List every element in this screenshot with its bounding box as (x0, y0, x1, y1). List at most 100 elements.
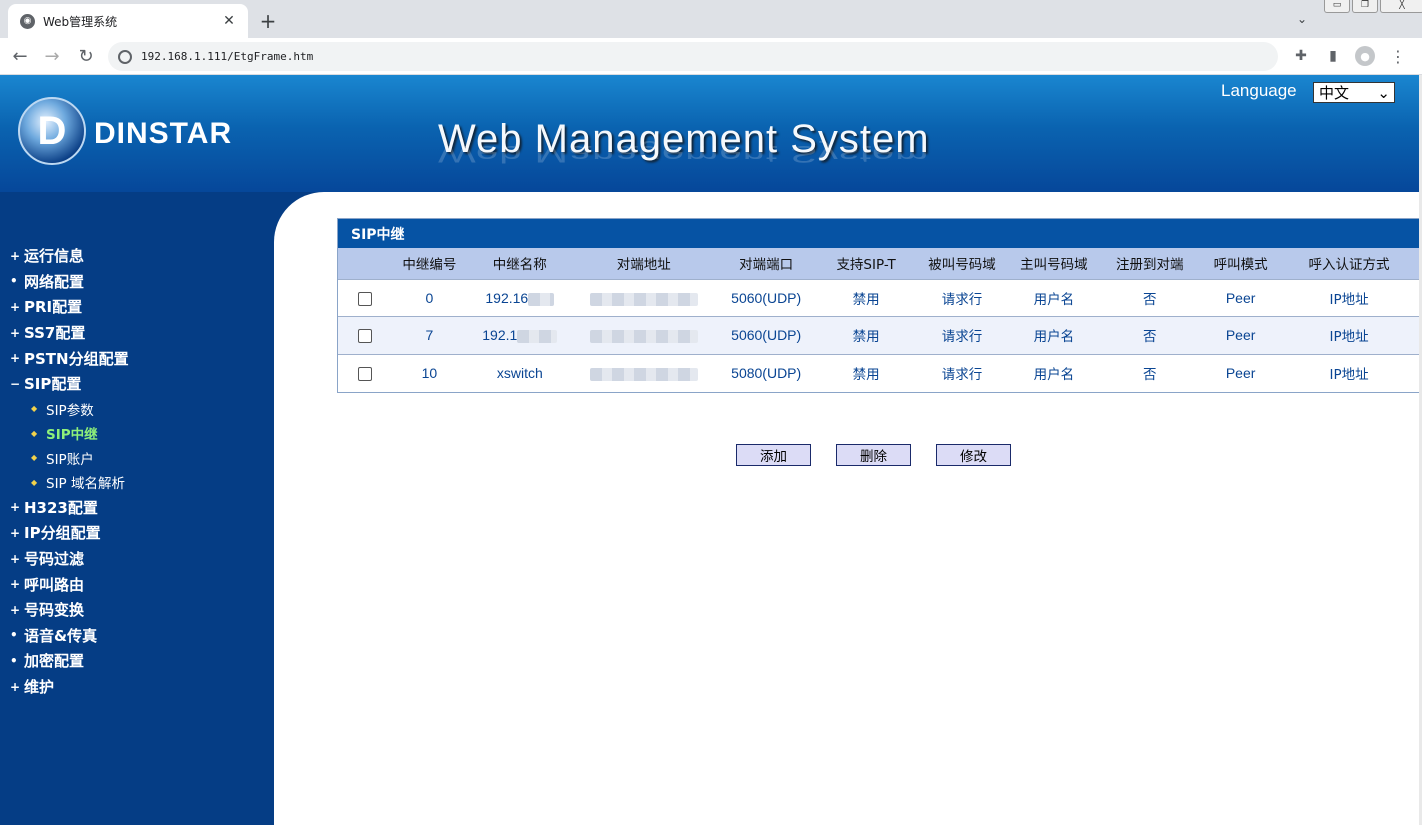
restore-button[interactable]: ❐ (1352, 0, 1378, 13)
trunk-id: 10 (392, 353, 466, 392)
auth-mode: IP地址 (1279, 353, 1419, 392)
expand-icon: + (10, 602, 21, 617)
remote-port: 5080(UDP) (713, 353, 819, 392)
page-title-reflection: Web Management System (438, 140, 930, 167)
expand-icon: + (10, 299, 21, 314)
menu-item-sip[interactable]: − SIP配置 (10, 371, 129, 397)
remote-address-cell (573, 353, 714, 392)
called-field: 请求行 (913, 278, 1011, 317)
column-header-select (338, 248, 393, 279)
menu-item-ip-group[interactable]: + IP分组配置 (10, 520, 129, 546)
globe-icon: ◉ (20, 13, 35, 29)
menu-item-call-routing[interactable]: + 呼叫路由 (10, 571, 129, 597)
sidebar-menu: + 运行信息 • 网络配置 + PRI配置 + SS7配置 + PSTN分组配置 − SIP… (10, 243, 129, 699)
expand-icon: + (10, 577, 21, 592)
expand-icon: + (10, 551, 21, 566)
table-header-row: 中继编号 中继名称 对端地址 对端端口 支持SIP-T 被叫号码域 主叫号码域 … (338, 248, 1419, 279)
auth-mode: IP地址 (1279, 278, 1419, 317)
redacted-block (589, 330, 698, 344)
column-header-register: 注册到对端 (1097, 248, 1203, 279)
menu-item-status[interactable]: + 运行信息 (10, 243, 129, 269)
menu-item-label: 加密配置 (24, 652, 85, 671)
menu-item-label: PSTN分组配置 (24, 349, 129, 368)
trunk-name: 192.1 (482, 327, 518, 344)
table-row: 10 xswitch 5080(UDP) 禁用 请求行 用户名 否 Peer I… (338, 353, 1419, 392)
minimize-button[interactable]: ▭ (1324, 0, 1350, 13)
url-text: 192.168.1.111/EtgFrame.htm (141, 50, 314, 63)
close-icon[interactable]: ✕ (220, 12, 238, 30)
menu-item-pri[interactable]: + PRI配置 (10, 294, 129, 320)
column-header-auth-mode: 呼入认证方式 (1279, 248, 1419, 279)
register: 否 (1097, 278, 1203, 317)
row-checkbox[interactable] (358, 329, 373, 344)
row-checkbox-cell (338, 316, 393, 354)
remote-port: 5060(UDP) (713, 316, 819, 354)
menu-item-label: 号码过滤 (24, 550, 85, 569)
expand-icon: + (10, 248, 21, 263)
language-label: Language (1221, 81, 1297, 100)
menu-item-label: 语音&传真 (24, 626, 98, 645)
sip-trunk-panel: SIP中继 中继编号 中继名称 对端地址 对端端口 支持SIP-T 被叫号码域 … (337, 218, 1419, 393)
redacted-block (589, 367, 698, 381)
menu-item-number-filter[interactable]: + 号码过滤 (10, 546, 129, 572)
remote-port: 5060(UDP) (713, 278, 819, 317)
page-header: D DINSTAR Web Management System Web Mana… (0, 75, 1419, 192)
row-checkbox-cell (338, 353, 393, 392)
dinstar-logo-icon: D (18, 97, 86, 165)
menu-item-ss7[interactable]: + SS7配置 (10, 320, 129, 346)
profile-icon[interactable]: ● (1355, 46, 1375, 66)
menu-item-h323[interactable]: + H323配置 (10, 495, 129, 521)
call-mode: Peer (1202, 316, 1280, 354)
site-info-icon[interactable] (118, 49, 132, 64)
menu-item-label: IP分组配置 (24, 524, 101, 543)
bullet-icon: • (10, 274, 18, 289)
add-button[interactable]: 添加 (736, 444, 811, 466)
menu-item-encryption[interactable]: • 加密配置 (10, 648, 129, 674)
submenu-item-sip-dns[interactable]: ◆ SIP 域名解析 (31, 470, 129, 495)
address-bar[interactable]: 192.168.1.111/EtgFrame.htm (108, 42, 1278, 71)
bullet-icon: • (10, 628, 18, 643)
bullet-icon: ◆ (31, 428, 38, 438)
column-header-trunk-name: 中继名称 (465, 248, 574, 279)
reload-icon[interactable]: ↻ (74, 45, 98, 67)
menu-item-network[interactable]: • 网络配置 (10, 269, 129, 295)
register: 否 (1097, 353, 1203, 392)
panel-title: SIP中继 (338, 219, 1419, 248)
expand-icon: + (10, 325, 21, 340)
extensions-icon[interactable]: ✚ (1291, 46, 1311, 66)
side-panel-icon[interactable]: ▮ (1323, 46, 1343, 66)
forward-icon[interactable]: → (40, 45, 64, 67)
row-checkbox[interactable] (358, 367, 373, 382)
tab-search-icon[interactable]: ⌄ (1292, 9, 1312, 29)
redacted-block (517, 330, 558, 344)
chevron-down-icon: ⌄ (1377, 83, 1390, 102)
submenu-item-sip-trunk[interactable]: ◆ SIP中继 (31, 421, 129, 446)
modify-button[interactable]: 修改 (936, 444, 1011, 466)
submenu-item-sip-params[interactable]: ◆ SIP参数 (31, 397, 129, 422)
submenu-item-label: SIP参数 (46, 402, 94, 419)
bullet-icon: ◆ (31, 477, 38, 487)
called-field: 请求行 (913, 316, 1011, 354)
window-close-button[interactable]: ╳ (1380, 0, 1422, 13)
tab-title: Web管理系统 (43, 14, 118, 29)
expand-icon: + (10, 679, 21, 694)
expand-icon: + (10, 525, 21, 540)
submenu-item-sip-account[interactable]: ◆ SIP账户 (31, 446, 129, 471)
column-header-remote-port: 对端端口 (713, 248, 819, 279)
row-checkbox[interactable] (358, 291, 373, 306)
calling-field: 用户名 (1010, 316, 1098, 354)
browser-tab[interactable]: ◉ Web管理系统 ✕ (8, 4, 248, 38)
language-select[interactable]: 中文 ⌄ (1313, 82, 1395, 103)
column-header-trunk-id: 中继编号 (392, 248, 466, 279)
more-menu-icon[interactable]: ⋮ (1388, 46, 1408, 66)
menu-item-number-manipulation[interactable]: + 号码变换 (10, 597, 129, 623)
menu-item-voice-fax[interactable]: • 语音&传真 (10, 623, 129, 649)
delete-button[interactable]: 删除 (836, 444, 911, 466)
trunk-table: 中继编号 中继名称 对端地址 对端端口 支持SIP-T 被叫号码域 主叫号码域 … (338, 248, 1419, 392)
new-tab-button[interactable]: + (256, 9, 280, 33)
column-header-calling-field: 主叫号码域 (1010, 248, 1098, 279)
menu-item-pstn-group[interactable]: + PSTN分组配置 (10, 345, 129, 371)
back-icon[interactable]: ← (8, 45, 32, 67)
browser-toolbar: ← → ↻ 192.168.1.111/EtgFrame.htm ✚ ▮ ● ⋮ (0, 38, 1422, 75)
menu-item-maintenance[interactable]: + 维护 (10, 674, 129, 700)
